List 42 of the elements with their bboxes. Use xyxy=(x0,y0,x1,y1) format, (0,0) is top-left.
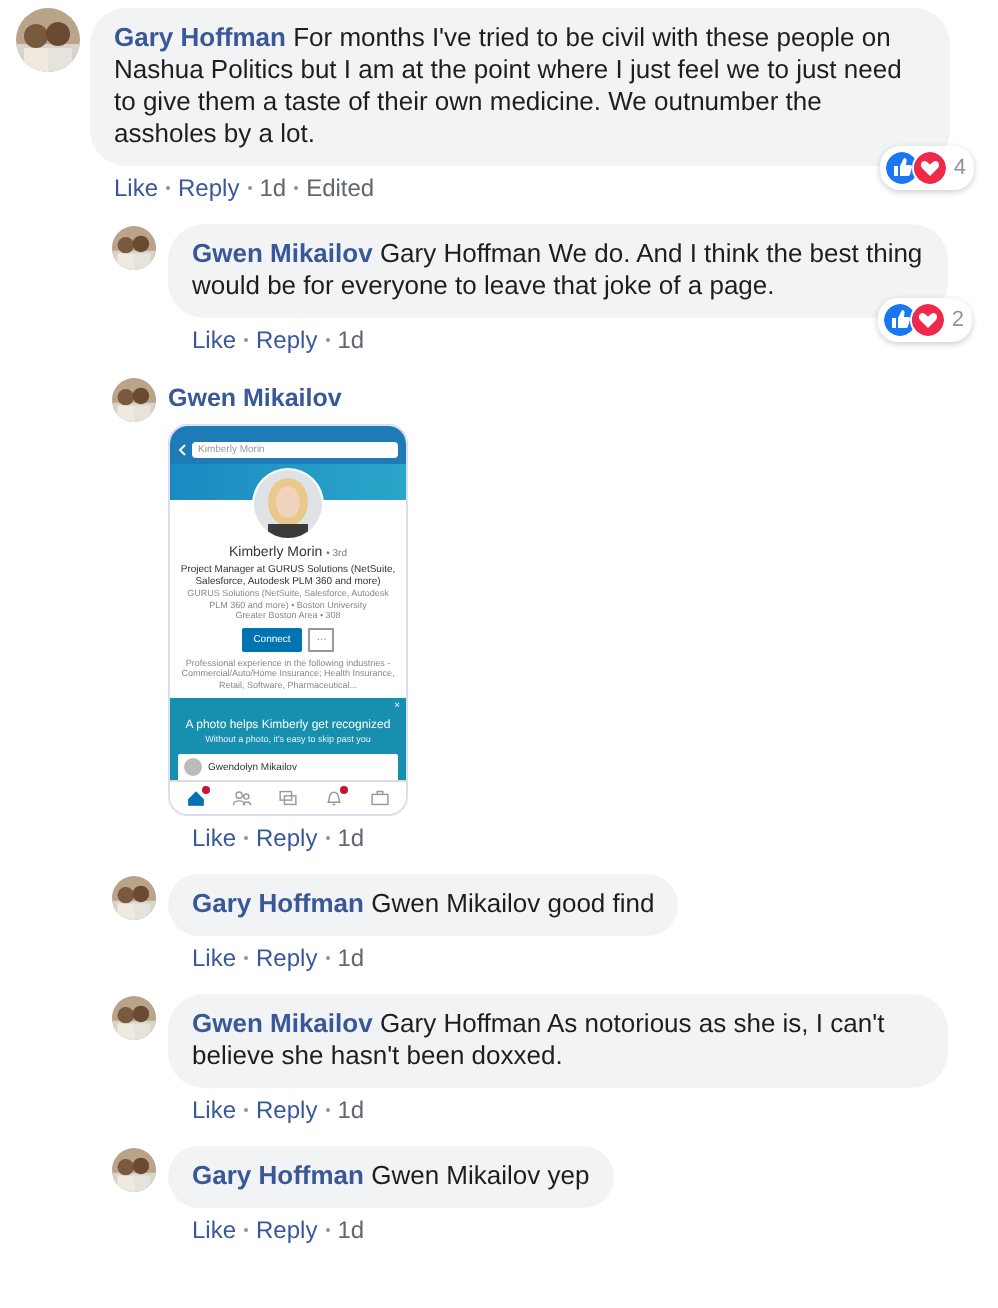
timestamp[interactable]: 1d xyxy=(337,1216,365,1244)
bell-icon xyxy=(323,788,344,808)
reply-link[interactable]: Reply xyxy=(256,1216,318,1244)
nav-tab[interactable] xyxy=(323,788,344,808)
timestamp[interactable]: 1d xyxy=(259,174,287,202)
avatar-icon xyxy=(184,758,202,776)
like-link[interactable]: Like xyxy=(192,944,237,972)
reply-link[interactable]: Reply xyxy=(256,326,318,354)
reaction-count: 2 xyxy=(951,308,964,332)
like-link[interactable]: Like xyxy=(114,174,159,202)
timestamp[interactable]: 1d xyxy=(337,824,365,852)
home-icon xyxy=(186,788,207,808)
like-link[interactable]: Like xyxy=(192,1096,237,1124)
reply-link[interactable]: Reply xyxy=(256,1096,318,1124)
nav-tab[interactable] xyxy=(369,788,390,808)
reaction-count: 4 xyxy=(953,156,966,180)
profile-screenshot[interactable] xyxy=(168,424,408,816)
nav-tab[interactable] xyxy=(277,788,298,808)
nav-tab[interactable] xyxy=(232,788,253,808)
people-icon xyxy=(232,788,253,808)
comment-text: Gary Hoffman For months I've tried to be civil with these people on Nashua Politics but I am at the point where I just feel we to just need to give them a taste of their own medicine. We outnumber the assholes by a lot. xyxy=(90,8,950,166)
chat-icon xyxy=(277,788,298,808)
nav-tab[interactable] xyxy=(186,788,207,808)
timestamp[interactable]: 1d xyxy=(337,326,365,354)
timestamp[interactable]: 1d xyxy=(337,1096,365,1124)
author-name[interactable]: Gwen Mikailov xyxy=(168,376,342,424)
comment-text: Gary Hoffman Gwen Mikailov good find xyxy=(168,874,679,936)
reply-link[interactable]: Reply xyxy=(256,824,318,852)
comment-text: Gwen Mikailov Gary Hoffman As notorious as she is, I can't believe she hasn't been doxxed. xyxy=(168,994,948,1088)
briefcase-icon xyxy=(369,788,390,808)
back-icon xyxy=(178,444,186,456)
reply-link[interactable]: Reply xyxy=(178,174,240,202)
like-link[interactable]: Like xyxy=(192,824,237,852)
heart-icon xyxy=(909,302,946,338)
edited-label: Edited xyxy=(306,174,375,202)
timestamp[interactable]: 1d xyxy=(337,944,365,972)
heart-icon xyxy=(911,150,948,186)
reply-link[interactable]: Reply xyxy=(256,944,318,972)
like-link[interactable]: Like xyxy=(192,326,237,354)
comment-text: Gary Hoffman Gwen Mikailov yep xyxy=(168,1146,614,1208)
comment-text: Gwen Mikailov Gary Hoffman We do. And I think the best thing would be for everyone to leave that joke of a page. xyxy=(168,224,948,318)
like-link[interactable]: Like xyxy=(192,1216,237,1244)
